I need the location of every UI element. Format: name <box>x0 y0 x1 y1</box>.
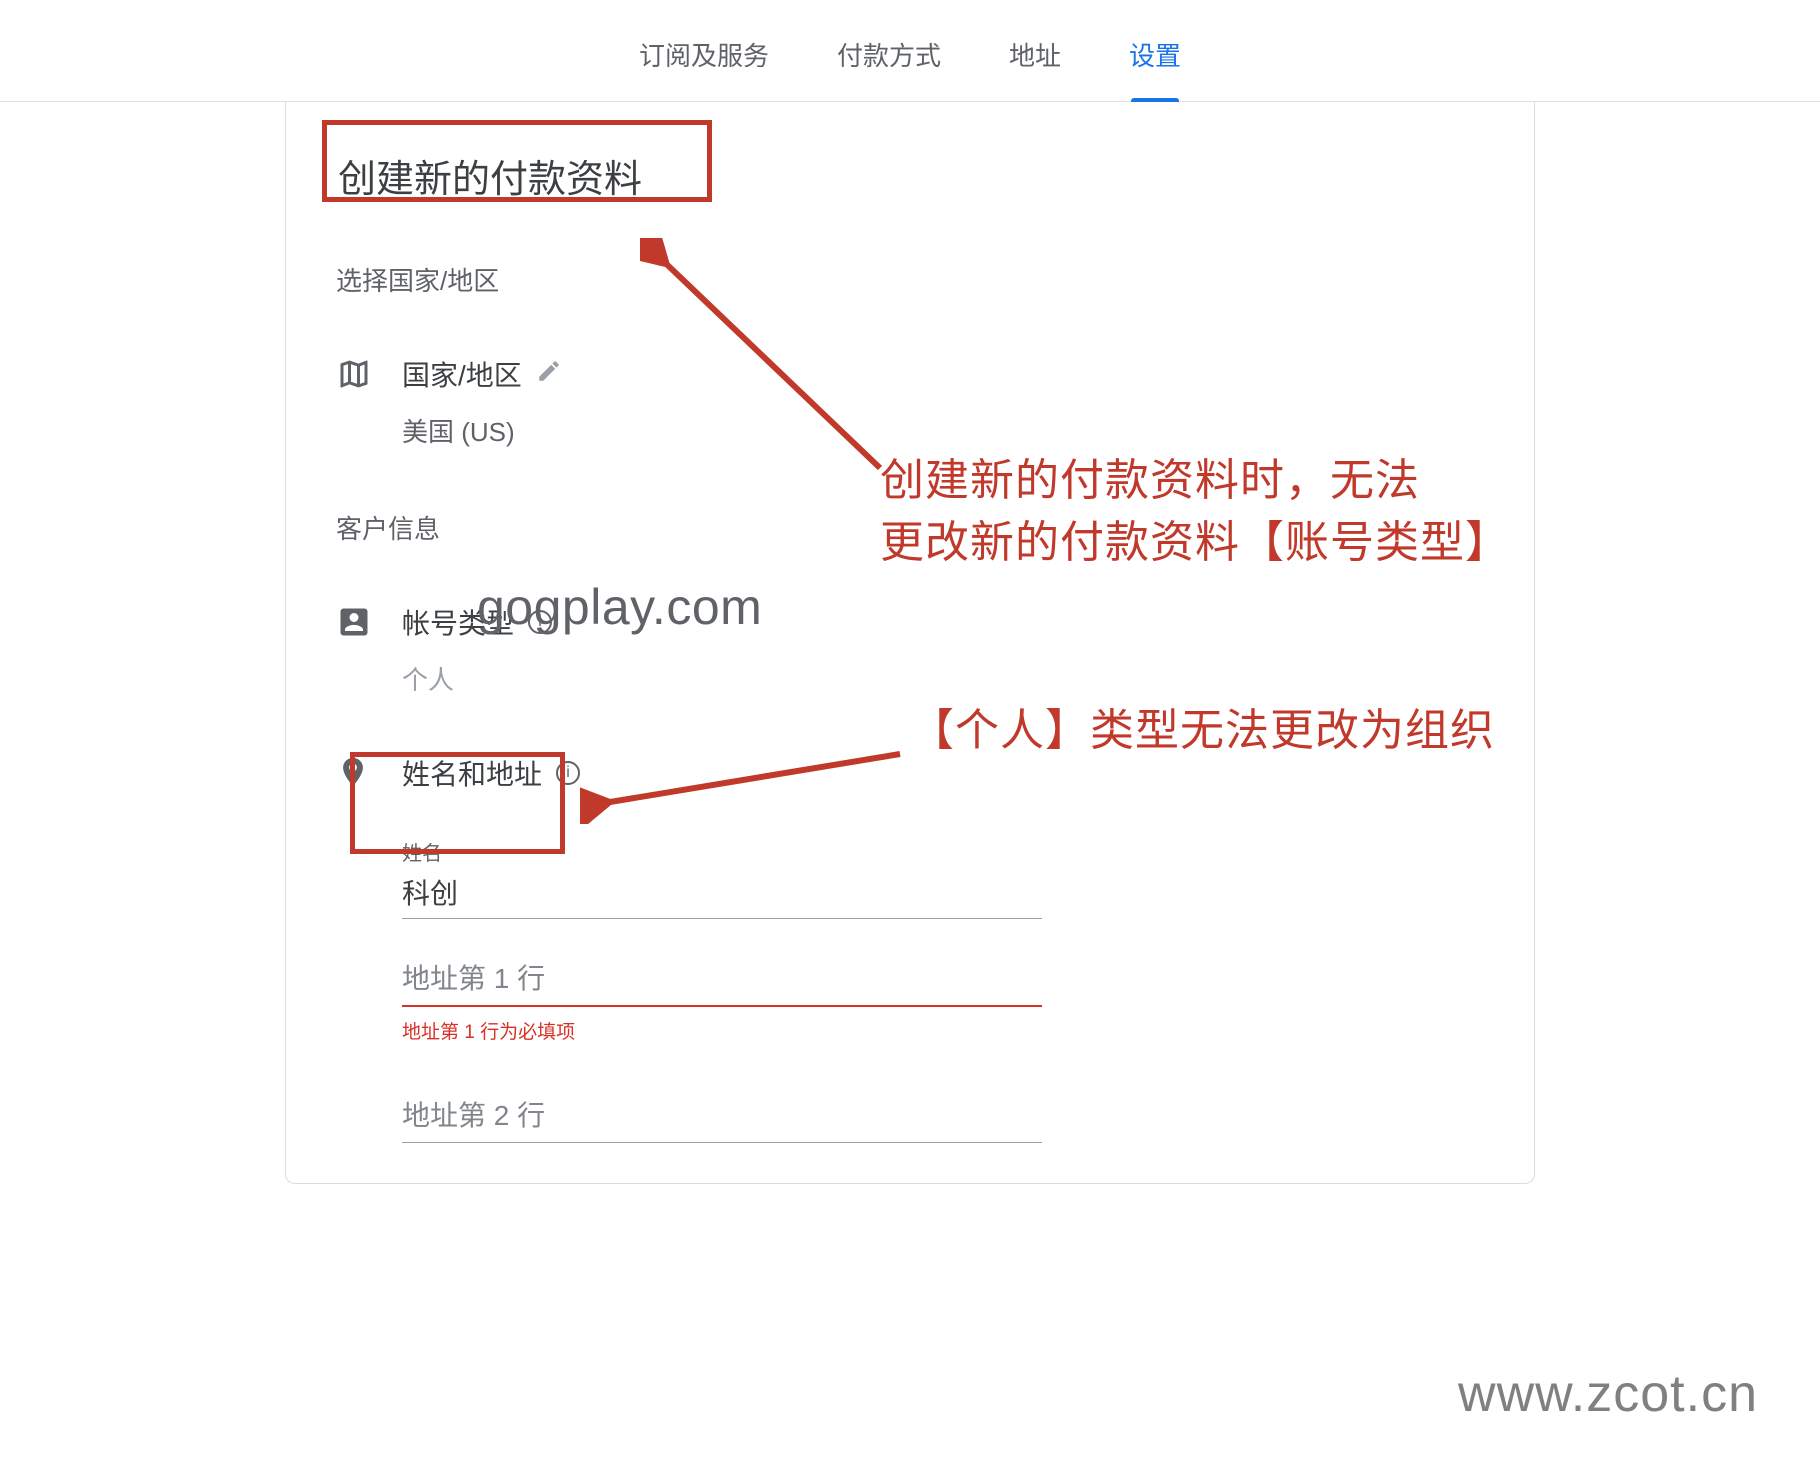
tab-address[interactable]: 地址 <box>1005 28 1065 81</box>
location-icon <box>336 755 372 791</box>
country-field-row: 国家/地区 美国 (US) <box>336 354 1484 449</box>
tab-settings[interactable]: 设置 <box>1125 28 1185 81</box>
edit-country-icon[interactable] <box>536 358 562 391</box>
name-address-row: 姓名和地址 i <box>336 753 1484 793</box>
address1-form-group: 地址第 1 行为必填项 <box>402 953 1042 1044</box>
customer-info-header: 客户信息 <box>336 509 1484 546</box>
name-address-label: 姓名和地址 <box>402 753 542 793</box>
account-type-row: 帐号类型 i 个人 <box>336 602 1484 697</box>
address1-error: 地址第 1 行为必填项 <box>402 1017 1042 1044</box>
name-label: 姓名 <box>402 837 1042 866</box>
select-country-label: 选择国家/地区 <box>336 261 1484 298</box>
country-field-label: 国家/地区 <box>402 354 522 394</box>
page-title: 创建新的付款资料 <box>336 142 652 209</box>
info-icon[interactable]: i <box>528 610 552 634</box>
account-icon <box>336 604 372 640</box>
address-line2-input[interactable] <box>402 1090 1042 1143</box>
account-type-label: 帐号类型 <box>402 602 514 642</box>
name-input[interactable] <box>402 866 1042 919</box>
address2-form-group <box>402 1090 1042 1143</box>
address-line1-input[interactable] <box>402 953 1042 1007</box>
watermark-zcot: www.zcot.cn <box>1458 1364 1758 1424</box>
top-nav: 订阅及服务 付款方式 地址 设置 <box>0 0 1820 102</box>
name-form-group: 姓名 <box>402 837 1042 919</box>
info-icon[interactable]: i <box>556 761 580 785</box>
map-icon <box>336 356 372 392</box>
account-type-value: 个人 <box>402 660 1484 697</box>
tab-payment-methods[interactable]: 付款方式 <box>833 28 945 81</box>
country-value: 美国 (US) <box>402 412 1484 449</box>
tab-subscriptions[interactable]: 订阅及服务 <box>635 28 773 81</box>
payment-profile-card: 创建新的付款资料 选择国家/地区 国家/地区 美国 (US) 客户信息 帐号类型 <box>285 102 1535 1184</box>
